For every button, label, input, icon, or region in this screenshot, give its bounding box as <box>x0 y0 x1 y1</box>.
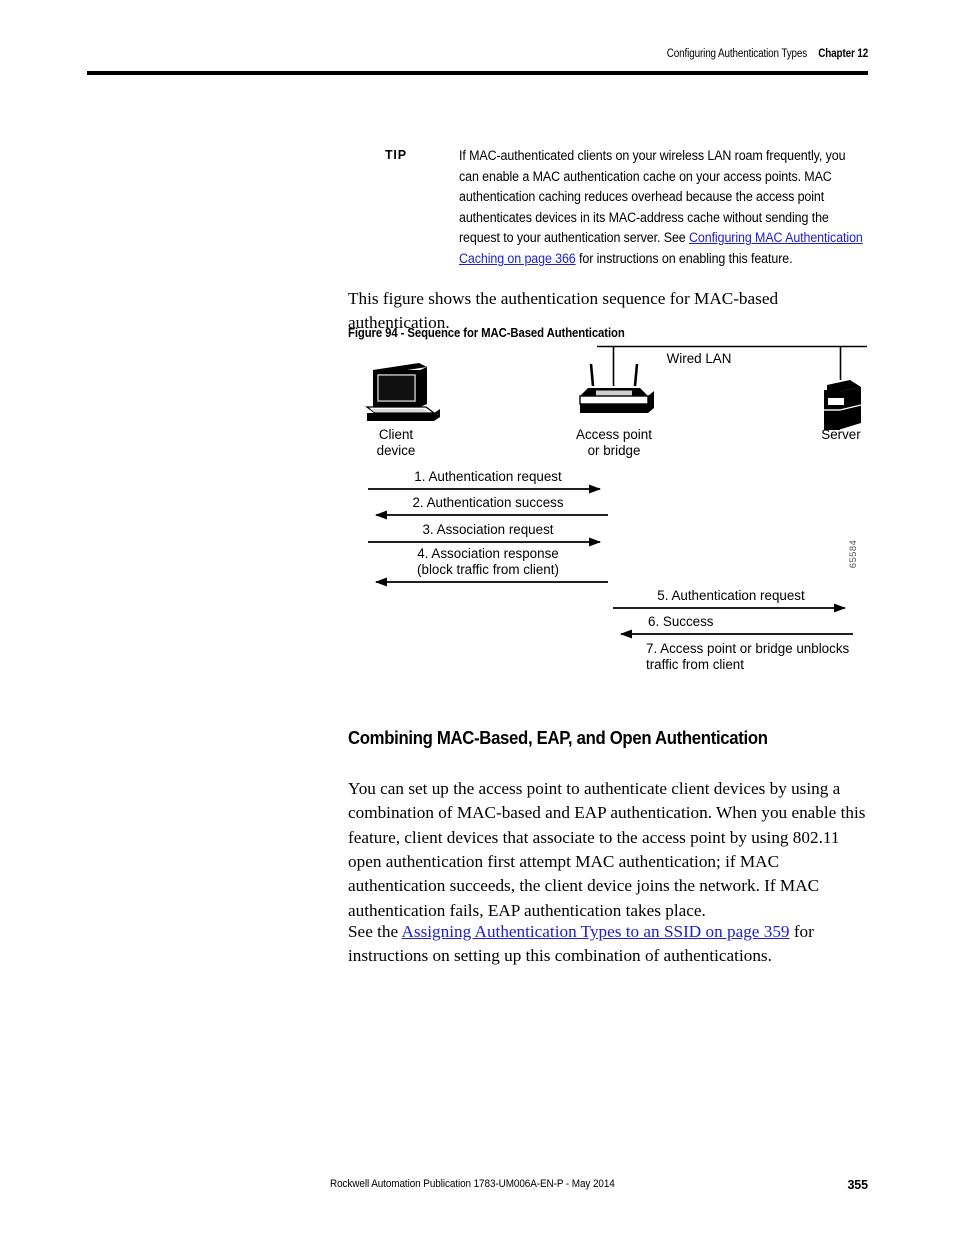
step-4-label-line2: (block traffic from client) <box>417 562 559 577</box>
client-device-label-line2: device <box>377 443 416 458</box>
step-2: 2. Authentication success <box>375 495 608 520</box>
figure-sequence-mac-based-authentication: Wired LAN Client device Access point or … <box>348 344 878 684</box>
step-4-label-line1: 4. Association response <box>417 546 558 561</box>
tip-label: TIP <box>385 148 407 162</box>
header-chapter: Chapter 12 <box>818 48 868 60</box>
section-heading-combining-mac-eap-open: Combining MAC-Based, EAP, and Open Authe… <box>348 727 768 749</box>
step-7-label-line1: 7. Access point or bridge unblocks <box>646 641 850 656</box>
tip-text-after-link: for instructions on enabling this featur… <box>575 250 793 266</box>
header-text: Configuring Authentication Types Chapter … <box>667 48 868 60</box>
paragraph-combining-authentication: You can set up the access point to authe… <box>348 779 866 920</box>
paragraph-2-text-before-link: See the <box>348 922 402 942</box>
tip-text: If MAC-authenticated clients on your wir… <box>459 146 868 270</box>
step-4: 4. Association response (block traffic f… <box>375 546 608 587</box>
figure-caption: Figure 94 - Sequence for MAC-Based Authe… <box>348 326 625 340</box>
header-rule <box>87 71 868 75</box>
step-6-label: 6. Success <box>648 614 714 629</box>
footer-publication: Rockwell Automation Publication 1783-UM0… <box>330 1178 615 1190</box>
figure-art-number: 65584 <box>848 540 859 568</box>
step-3-label: 3. Association request <box>422 522 553 537</box>
step-7: 7. Access point or bridge unblocks traff… <box>646 641 850 672</box>
step-3: 3. Association request <box>368 522 601 547</box>
access-point-label-line2: or bridge <box>588 443 641 458</box>
access-point-icon <box>579 363 654 413</box>
step-7-label-line2: traffic from client <box>646 657 744 672</box>
page-header: Configuring Authentication Types Chapter … <box>87 48 868 78</box>
access-point-label-line1: Access point <box>576 427 652 442</box>
step-2-label: 2. Authentication success <box>412 495 563 510</box>
step-5: 5. Authentication request <box>613 588 846 613</box>
tip-block: TIP If MAC-authenticated clients on your… <box>385 146 868 270</box>
step-1-label: 1. Authentication request <box>414 469 562 484</box>
server-label: Server <box>821 427 861 442</box>
laptop-icon <box>365 363 440 421</box>
wired-lan-label: Wired LAN <box>667 351 732 366</box>
step-5-label: 5. Authentication request <box>657 588 805 603</box>
server-icon <box>824 380 862 430</box>
header-section-title: Configuring Authentication Types <box>666 48 807 60</box>
client-device-label-line1: Client <box>379 427 414 442</box>
step-6: 6. Success <box>620 614 853 639</box>
footer-page-number: 355 <box>847 1178 868 1192</box>
step-1: 1. Authentication request <box>368 469 601 494</box>
link-assigning-authentication-types-to-ssid[interactable]: Assigning Authentication Types to an SSI… <box>401 922 789 941</box>
paragraph-see-assigning-authentication-types: See the Assigning Authentication Types t… <box>348 920 872 969</box>
